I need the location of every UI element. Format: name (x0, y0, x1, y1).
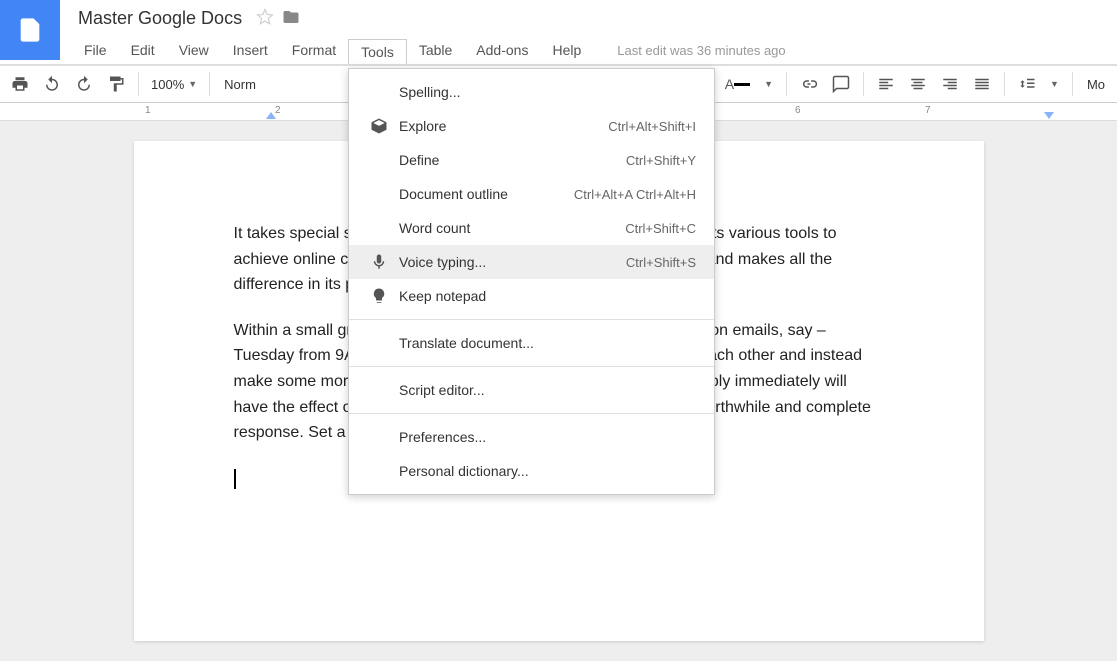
menu-tools[interactable]: Tools (348, 39, 407, 64)
ruler-mark: 1 (145, 105, 151, 116)
text-cursor (234, 469, 236, 489)
mic-icon (367, 253, 391, 271)
menu-item-shortcut: Ctrl+Shift+S (626, 255, 696, 270)
menu-item-shortcut: Ctrl+Shift+C (625, 221, 696, 236)
menu-item-label: Personal dictionary... (399, 463, 696, 479)
docs-logo[interactable] (0, 0, 60, 60)
tools-menu-item[interactable]: Personal dictionary... (349, 454, 714, 488)
text-color-button[interactable]: A (719, 70, 756, 98)
tools-menu-item[interactable]: Voice typing...Ctrl+Shift+S (349, 245, 714, 279)
menu-insert[interactable]: Insert (221, 38, 280, 62)
comment-button[interactable] (826, 70, 856, 98)
tools-menu-item[interactable]: Keep notepad (349, 279, 714, 313)
align-left-button[interactable] (871, 70, 901, 98)
last-edit-text: Last edit was 36 minutes ago (617, 43, 785, 58)
redo-button[interactable] (69, 70, 99, 98)
doc-title[interactable]: Master Google Docs (72, 8, 248, 29)
menu-separator (349, 413, 714, 414)
tools-menu-item[interactable]: Spelling... (349, 75, 714, 109)
ruler-mark: 7 (925, 105, 931, 116)
menu-item-shortcut: Ctrl+Alt+A Ctrl+Alt+H (574, 187, 696, 202)
tools-menu-item[interactable]: Translate document... (349, 326, 714, 360)
tools-menu-item[interactable]: DefineCtrl+Shift+Y (349, 143, 714, 177)
tools-menu-item[interactable]: Word countCtrl+Shift+C (349, 211, 714, 245)
menu-item-label: Translate document... (399, 335, 696, 351)
folder-icon[interactable] (282, 8, 300, 29)
ruler-indent-left[interactable] (266, 112, 276, 119)
undo-button[interactable] (37, 70, 67, 98)
tools-menu-item[interactable]: Script editor... (349, 373, 714, 407)
menu-item-label: Script editor... (399, 382, 696, 398)
menu-addons[interactable]: Add-ons (464, 38, 540, 62)
print-button[interactable] (5, 70, 35, 98)
star-icon[interactable] (256, 8, 274, 29)
menu-item-label: Word count (399, 220, 625, 236)
menu-item-label: Document outline (399, 186, 574, 202)
tools-menu-item[interactable]: Document outlineCtrl+Alt+A Ctrl+Alt+H (349, 177, 714, 211)
ruler-indent-right[interactable] (1044, 112, 1054, 119)
menu-help[interactable]: Help (540, 38, 593, 62)
text-color-arrow[interactable]: ▼ (758, 70, 779, 98)
paint-format-button[interactable] (101, 70, 131, 98)
tools-menu-item[interactable]: ExploreCtrl+Alt+Shift+I (349, 109, 714, 143)
menu-separator (349, 319, 714, 320)
line-spacing-arrow[interactable]: ▼ (1044, 70, 1065, 98)
style-select[interactable]: Norm (216, 77, 264, 92)
menu-separator (349, 366, 714, 367)
menu-format[interactable]: Format (280, 38, 348, 62)
ruler-mark: 6 (795, 105, 801, 116)
align-justify-button[interactable] (967, 70, 997, 98)
line-spacing-button[interactable] (1012, 70, 1042, 98)
menu-item-label: Preferences... (399, 429, 696, 445)
menu-file[interactable]: File (72, 38, 119, 62)
menu-table[interactable]: Table (407, 38, 464, 62)
menu-item-shortcut: Ctrl+Shift+Y (626, 153, 696, 168)
link-button[interactable] (794, 70, 824, 98)
menu-view[interactable]: View (167, 38, 221, 62)
menu-item-label: Keep notepad (399, 288, 696, 304)
menu-item-label: Define (399, 152, 626, 168)
menu-item-label: Spelling... (399, 84, 696, 100)
zoom-select[interactable]: 100%▼ (145, 77, 203, 92)
menu-item-label: Explore (399, 118, 608, 134)
menubar: File Edit View Insert Format Tools Table… (60, 36, 1117, 64)
align-center-button[interactable] (903, 70, 933, 98)
tools-menu-item[interactable]: Preferences... (349, 420, 714, 454)
menu-item-label: Voice typing... (399, 254, 626, 270)
tools-dropdown: Spelling...ExploreCtrl+Alt+Shift+IDefine… (348, 68, 715, 495)
more-button[interactable]: Mo (1079, 77, 1113, 92)
bulb-icon (367, 287, 391, 305)
menu-item-shortcut: Ctrl+Alt+Shift+I (608, 119, 696, 134)
explore-icon (367, 117, 391, 135)
menu-edit[interactable]: Edit (119, 38, 167, 62)
align-right-button[interactable] (935, 70, 965, 98)
